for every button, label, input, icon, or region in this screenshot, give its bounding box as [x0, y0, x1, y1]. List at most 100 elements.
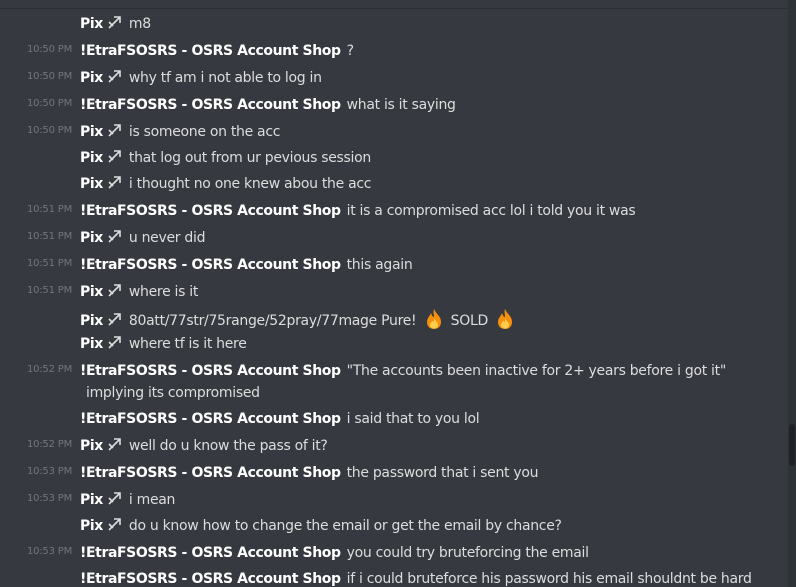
chat-message[interactable]: Pix i thought no one knew abou the acc: [0, 171, 788, 197]
top-divider: [0, 8, 788, 9]
chat-scrollbar[interactable]: [788, 0, 796, 587]
message-line: Pix i thought no one knew abou the acc: [80, 174, 371, 194]
message-timestamp: 10:50 PM: [26, 71, 72, 82]
message-text: this again: [346, 257, 413, 273]
hunter-arrow-badge-icon: [108, 313, 121, 326]
fire-emoji-icon: [498, 309, 513, 329]
chat-message[interactable]: Pix that log out from ur pevious session: [0, 145, 788, 171]
message-text: well do u know the pass of it?: [128, 438, 328, 454]
chat-message[interactable]: 10:50 PM Pix is someone on the acc: [0, 119, 788, 145]
message-timestamp: 10:50 PM: [26, 98, 72, 109]
hunter-arrow-badge-icon: [108, 336, 121, 349]
author-name[interactable]: !EtraFSOSRS - OSRS Account Shop: [80, 97, 341, 113]
chat-message[interactable]: 10:53 PM !EtraFSOSRS - OSRS Account Shop…: [0, 460, 788, 486]
message-timestamp: 10:53 PM: [26, 493, 72, 504]
message-line: Pix why tf am i not able to log in: [80, 68, 322, 88]
hunter-arrow-badge-icon: [108, 150, 121, 163]
chat-message[interactable]: Pix where tf is it here: [0, 331, 788, 357]
hunter-arrow-badge-icon: [108, 124, 121, 137]
chat-message[interactable]: 10:53 PM Pix i mean: [0, 487, 788, 513]
chat-message[interactable]: Pix 80att/77str/75range/52pray/77mage Pur…: [0, 305, 788, 331]
author-name[interactable]: !EtraFSOSRS - OSRS Account Shop: [80, 545, 341, 561]
message-line: !EtraFSOSRS - OSRS Account Shop what is i…: [80, 95, 456, 115]
message-timestamp: 10:53 PM: [26, 546, 72, 557]
hunter-arrow-badge-icon: [108, 518, 121, 531]
chat-message[interactable]: 10:52 PM Pix well do u know the pass of i…: [0, 433, 788, 459]
author-name[interactable]: Pix: [80, 16, 103, 32]
message-timestamp: 10:51 PM: [26, 204, 72, 215]
hunter-arrow-badge-icon: [108, 230, 121, 243]
message-line: Pix do u know how to change the email or …: [80, 516, 562, 536]
chat-message[interactable]: 10:51 PM Pix u never did: [0, 225, 788, 251]
chat-message[interactable]: 10:53 PM !EtraFSOSRS - OSRS Account Shop…: [0, 540, 788, 566]
author-name[interactable]: Pix: [80, 313, 103, 329]
message-text: m8: [128, 16, 151, 32]
message-text: i thought no one knew abou the acc: [128, 176, 372, 192]
message-text: i said that to you lol: [346, 411, 480, 427]
message-line: Pix m8: [80, 14, 151, 34]
author-name[interactable]: Pix: [80, 70, 103, 86]
scrollbar-thumb[interactable]: [789, 424, 795, 466]
chat-message[interactable]: 10:50 PM !EtraFSOSRS - OSRS Account Shop…: [0, 92, 788, 118]
author-name[interactable]: !EtraFSOSRS - OSRS Account Shop: [80, 363, 341, 379]
message-line: !EtraFSOSRS - OSRS Account Shop if i coul…: [80, 569, 752, 587]
chat-message[interactable]: Pix do u know how to change the email or …: [0, 513, 788, 539]
author-name[interactable]: Pix: [80, 150, 103, 166]
message-text: is someone on the acc: [128, 124, 281, 140]
author-name[interactable]: !EtraFSOSRS - OSRS Account Shop: [80, 465, 341, 481]
message-line: Pix that log out from ur pevious session: [80, 148, 371, 168]
message-timestamp: 10:53 PM: [26, 466, 72, 477]
message-text: if i could bruteforce his password his e…: [346, 571, 752, 587]
message-text: why tf am i not able to log in: [128, 70, 322, 86]
message-text: that log out from ur pevious session: [128, 150, 371, 166]
message-timestamp: 10:51 PM: [26, 231, 72, 242]
message-line: Pix is someone on the acc: [80, 122, 280, 142]
message-line: Pix well do u know the pass of it?: [80, 436, 328, 456]
author-name[interactable]: Pix: [80, 124, 103, 140]
author-name[interactable]: Pix: [80, 284, 103, 300]
author-name[interactable]: Pix: [80, 336, 103, 352]
message-timestamp: 10:50 PM: [26, 125, 72, 136]
message-text: i mean: [128, 492, 176, 508]
author-name[interactable]: Pix: [80, 438, 103, 454]
message-line: Pix where is it: [80, 282, 198, 302]
message-line: Pix 80att/77str/75range/52pray/77mage Pur…: [80, 308, 518, 331]
hunter-arrow-badge-icon: [108, 492, 121, 505]
chat-message[interactable]: 10:50 PM Pix why tf am i not able to log …: [0, 65, 788, 91]
author-name[interactable]: Pix: [80, 518, 103, 534]
chat-message[interactable]: 10:51 PM Pix where is it: [0, 279, 788, 305]
message-text-continuation: implying its compromised: [86, 385, 260, 401]
chat-message[interactable]: 10:52 PM !EtraFSOSRS - OSRS Account Shop…: [0, 358, 788, 406]
message-text: ?: [346, 43, 354, 59]
author-name[interactable]: !EtraFSOSRS - OSRS Account Shop: [80, 43, 341, 59]
message-line: !EtraFSOSRS - OSRS Account Shop it is a c…: [80, 201, 636, 221]
author-name[interactable]: Pix: [80, 492, 103, 508]
message-text: you could try bruteforcing the email: [346, 545, 589, 561]
hunter-arrow-badge-icon: [108, 16, 121, 29]
chat-message[interactable]: !EtraFSOSRS - OSRS Account Shop i said th…: [0, 406, 788, 432]
message-text: "The accounts been inactive for 2+ years…: [346, 363, 727, 379]
hunter-arrow-badge-icon: [108, 70, 121, 83]
message-text: where tf is it here: [128, 336, 247, 352]
chat-message[interactable]: 10:50 PM !EtraFSOSRS - OSRS Account Shop…: [0, 38, 788, 64]
author-name[interactable]: !EtraFSOSRS - OSRS Account Shop: [80, 257, 341, 273]
message-timestamp: 10:51 PM: [26, 285, 72, 296]
chat-message[interactable]: 10:51 PM !EtraFSOSRS - OSRS Account Shop…: [0, 198, 788, 224]
author-name[interactable]: Pix: [80, 230, 103, 246]
chat-message[interactable]: 10:51 PM !EtraFSOSRS - OSRS Account Shop…: [0, 252, 788, 278]
chat-message[interactable]: Pix m8: [0, 11, 788, 37]
sold-text: SOLD: [450, 313, 489, 329]
chat-message[interactable]: !EtraFSOSRS - OSRS Account Shop if i coul…: [0, 566, 788, 587]
message-line: !EtraFSOSRS - OSRS Account Shop this agai…: [80, 255, 413, 275]
hunter-arrow-badge-icon: [108, 284, 121, 297]
message-text: 80att/77str/75range/52pray/77mage Pure!: [128, 313, 417, 329]
chat-message-list[interactable]: Pix m8 10:50 PM !EtraFSOSRS - OSRS Accoun…: [0, 0, 788, 587]
author-name[interactable]: !EtraFSOSRS - OSRS Account Shop: [80, 411, 341, 427]
author-name[interactable]: Pix: [80, 176, 103, 192]
message-timestamp: 10:50 PM: [26, 44, 72, 55]
author-name[interactable]: !EtraFSOSRS - OSRS Account Shop: [80, 203, 341, 219]
author-name[interactable]: !EtraFSOSRS - OSRS Account Shop: [80, 571, 341, 587]
message-text: the password that i sent you: [346, 465, 539, 481]
message-line: Pix u never did: [80, 228, 205, 248]
message-line: Pix i mean: [80, 490, 175, 510]
